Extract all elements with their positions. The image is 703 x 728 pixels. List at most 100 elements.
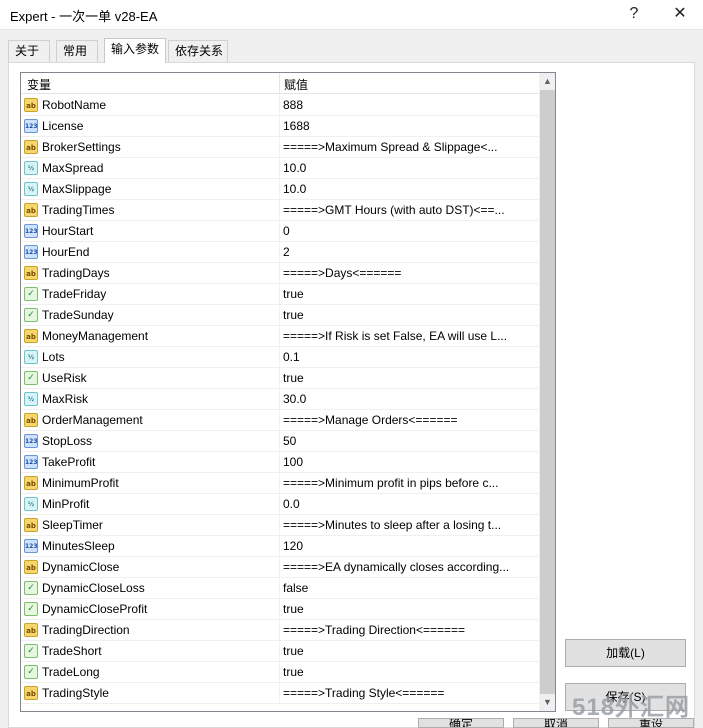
parameter-value[interactable]: 888 bbox=[283, 98, 537, 112]
parameter-row[interactable]: ✓ UseRisk true bbox=[21, 368, 539, 389]
parameter-value[interactable]: true bbox=[283, 371, 537, 385]
tab-about[interactable]: 关于 bbox=[8, 40, 50, 62]
parameter-value[interactable]: =====>Maximum Spread & Slippage<... bbox=[283, 140, 537, 154]
parameter-row[interactable]: 123 StopLoss 50 bbox=[21, 431, 539, 452]
scroll-down-icon[interactable]: ▼ bbox=[539, 694, 555, 711]
parameter-value[interactable]: 2 bbox=[283, 245, 537, 259]
grid-header: 变量 赋值 bbox=[21, 73, 539, 94]
parameter-name: DynamicCloseProfit bbox=[42, 602, 148, 616]
bool-type-icon: ✓ bbox=[24, 602, 38, 616]
column-divider[interactable] bbox=[279, 73, 280, 94]
parameter-row[interactable]: ½ MaxSpread 10.0 bbox=[21, 158, 539, 179]
parameter-value[interactable]: 30.0 bbox=[283, 392, 537, 406]
scrollbar-thumb[interactable] bbox=[540, 90, 555, 694]
parameter-row[interactable]: ½ MaxSlippage 10.0 bbox=[21, 179, 539, 200]
parameter-name: Lots bbox=[42, 350, 65, 364]
parameter-row[interactable]: ab TradingTimes =====>GMT Hours (with auto… bbox=[21, 200, 539, 221]
parameter-row[interactable]: ½ MinProfit 0.0 bbox=[21, 494, 539, 515]
parameter-value[interactable]: 10.0 bbox=[283, 161, 537, 175]
parameter-row[interactable]: 123 TakeProfit 100 bbox=[21, 452, 539, 473]
integer-type-icon: 123 bbox=[24, 455, 38, 469]
string-type-icon: ab bbox=[24, 476, 38, 490]
parameter-value[interactable]: =====>Trading Style<====== bbox=[283, 686, 537, 700]
parameter-name: SleepTimer bbox=[42, 518, 103, 532]
cell-divider bbox=[279, 347, 280, 368]
parameter-row[interactable]: ab TradingStyle =====>Trading Style<====== bbox=[21, 683, 539, 704]
parameter-row[interactable]: 123 HourStart 0 bbox=[21, 221, 539, 242]
parameter-name: TradingTimes bbox=[42, 203, 115, 217]
scroll-up-icon[interactable]: ▲ bbox=[539, 73, 555, 90]
help-button[interactable]: ? bbox=[611, 0, 657, 30]
parameter-name: MaxSlippage bbox=[42, 182, 112, 196]
close-button[interactable]: ✕ bbox=[657, 0, 703, 30]
parameter-row[interactable]: 123 License 1688 bbox=[21, 116, 539, 137]
parameter-row[interactable]: ab BrokerSettings =====>Maximum Spread & S… bbox=[21, 137, 539, 158]
parameter-row[interactable]: ½ MaxRisk 30.0 bbox=[21, 389, 539, 410]
parameter-row[interactable]: ab SleepTimer =====>Minutes to sleep after… bbox=[21, 515, 539, 536]
tab-dependencies[interactable]: 依存关系 bbox=[168, 40, 228, 62]
parameter-value[interactable]: =====>Minutes to sleep after a losing t.… bbox=[283, 518, 537, 532]
parameter-name: StopLoss bbox=[42, 434, 93, 448]
parameter-name: TradeFriday bbox=[42, 287, 107, 301]
parameter-row[interactable]: ab MinimumProfit =====>Minimum profit in p… bbox=[21, 473, 539, 494]
parameter-row[interactable]: ✓ TradeSunday true bbox=[21, 305, 539, 326]
tab-inputs[interactable]: 输入参数 bbox=[104, 38, 166, 63]
parameter-row[interactable]: 123 MinutesSleep 120 bbox=[21, 536, 539, 557]
bool-type-icon: ✓ bbox=[24, 644, 38, 658]
cell-divider bbox=[279, 641, 280, 662]
cell-divider bbox=[279, 242, 280, 263]
parameter-row[interactable]: ✓ TradeShort true bbox=[21, 641, 539, 662]
parameter-value[interactable]: true bbox=[283, 602, 537, 616]
string-type-icon: ab bbox=[24, 266, 38, 280]
cell-divider bbox=[279, 431, 280, 452]
load-button[interactable]: 加载(L) bbox=[565, 639, 686, 667]
cell-divider bbox=[279, 158, 280, 179]
parameter-value[interactable]: true bbox=[283, 644, 537, 658]
parameter-value[interactable]: 1688 bbox=[283, 119, 537, 133]
parameter-value[interactable]: true bbox=[283, 665, 537, 679]
column-header-variable[interactable]: 变量 bbox=[27, 76, 51, 93]
cell-divider bbox=[279, 179, 280, 200]
parameter-row[interactable]: ab DynamicClose =====>EA dynamically close… bbox=[21, 557, 539, 578]
parameter-row[interactable]: ab RobotName 888 bbox=[21, 95, 539, 116]
parameter-value[interactable]: 10.0 bbox=[283, 182, 537, 196]
parameter-value[interactable]: false bbox=[283, 581, 537, 595]
parameter-value[interactable]: 0 bbox=[283, 224, 537, 238]
tab-common[interactable]: 常用 bbox=[56, 40, 98, 62]
parameter-row[interactable]: ab TradingDays =====>Days<====== bbox=[21, 263, 539, 284]
parameter-name: HourStart bbox=[42, 224, 94, 238]
parameter-row[interactable]: ✓ TradeLong true bbox=[21, 662, 539, 683]
integer-type-icon: 123 bbox=[24, 539, 38, 553]
parameter-value[interactable]: true bbox=[283, 287, 537, 301]
parameter-row[interactable]: ✓ DynamicCloseLoss false bbox=[21, 578, 539, 599]
parameter-name: MinutesSleep bbox=[42, 539, 115, 553]
parameter-value[interactable]: 120 bbox=[283, 539, 537, 553]
parameter-name: UseRisk bbox=[42, 371, 87, 385]
parameter-value[interactable]: =====>GMT Hours (with auto DST)<==... bbox=[283, 203, 537, 217]
vertical-scrollbar[interactable]: ▲ ▼ bbox=[539, 73, 555, 711]
parameter-value[interactable]: 50 bbox=[283, 434, 537, 448]
parameter-row[interactable]: ✓ TradeFriday true bbox=[21, 284, 539, 305]
parameter-value[interactable]: =====>EA dynamically closes according... bbox=[283, 560, 537, 574]
parameter-row[interactable]: 123 HourEnd 2 bbox=[21, 242, 539, 263]
parameter-value[interactable]: =====>If Risk is set False, EA will use … bbox=[283, 329, 537, 343]
parameter-row[interactable]: ✓ DynamicCloseProfit true bbox=[21, 599, 539, 620]
ok-button[interactable]: 确定 bbox=[418, 718, 504, 728]
parameter-row[interactable]: ab MoneyManagement =====>If Risk is set Fa… bbox=[21, 326, 539, 347]
parameter-value[interactable]: =====>Manage Orders<====== bbox=[283, 413, 537, 427]
string-type-icon: ab bbox=[24, 560, 38, 574]
parameter-value[interactable]: 0.0 bbox=[283, 497, 537, 511]
parameter-value[interactable]: true bbox=[283, 308, 537, 322]
parameter-row[interactable]: ½ Lots 0.1 bbox=[21, 347, 539, 368]
parameter-value[interactable]: 0.1 bbox=[283, 350, 537, 364]
parameter-value[interactable]: =====>Trading Direction<====== bbox=[283, 623, 537, 637]
grid-rows: ab RobotName 888 123 License 1688 ab BrokerSett… bbox=[21, 95, 539, 704]
parameter-row[interactable]: ab OrderManagement =====>Manage Orders<===… bbox=[21, 410, 539, 431]
parameter-name: TradeSunday bbox=[42, 308, 114, 322]
cell-divider bbox=[279, 221, 280, 242]
parameter-row[interactable]: ab TradingDirection =====>Trading Directio… bbox=[21, 620, 539, 641]
parameter-value[interactable]: =====>Minimum profit in pips before c... bbox=[283, 476, 537, 490]
parameter-value[interactable]: 100 bbox=[283, 455, 537, 469]
column-header-value[interactable]: 赋值 bbox=[284, 76, 308, 93]
parameter-value[interactable]: =====>Days<====== bbox=[283, 266, 537, 280]
